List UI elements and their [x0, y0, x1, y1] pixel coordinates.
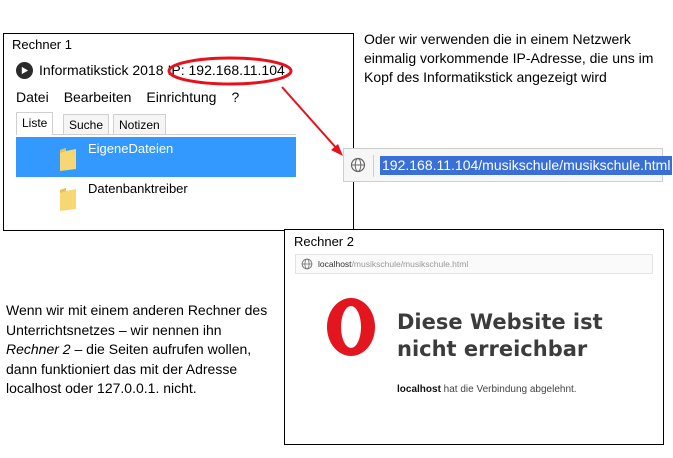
note-rechner2-part1: Wenn wir mit einem anderen Rechner des U… — [6, 302, 268, 338]
rechner2-window: Rechner 2 localhost/musikschule/musiksch… — [284, 229, 664, 445]
folder-icon — [60, 188, 76, 211]
tab-liste[interactable]: Liste — [16, 112, 54, 135]
rechner2-url-path: /musikschule/musikschule.html — [351, 259, 469, 269]
rechner2-url[interactable]: localhost/musikschule/musikschule.html — [318, 257, 468, 271]
error-text: hat die Verbindung abgelehnt. — [440, 384, 577, 395]
menu-help[interactable]: ? — [231, 89, 239, 109]
tab-bar: Liste Suche Notizen — [16, 112, 296, 135]
address-url[interactable]: 192.168.11.104/musikschule/musikschule.h… — [380, 156, 673, 175]
rechner2-address-bar[interactable]: localhost/musikschule/musikschule.html — [295, 254, 653, 274]
list-item-label: Datenbanktreiber — [88, 181, 188, 196]
globe-icon — [301, 258, 313, 270]
tab-suche[interactable]: Suche — [63, 114, 110, 134]
file-list: EigeneDateien Datenbanktreiber — [16, 135, 296, 221]
rechner2-label: Rechner 2 — [294, 234, 354, 249]
menu-datei[interactable]: Datei — [16, 89, 49, 109]
address-separator — [373, 155, 374, 177]
note-ip-address: Oder wir verwenden die in einem Netzwerk… — [364, 31, 654, 85]
address-bar[interactable]: 192.168.11.104/musikschule/musikschule.h… — [343, 148, 673, 182]
menu-einrichtung[interactable]: Einrichtung — [146, 89, 216, 109]
list-item[interactable]: Datenbanktreiber — [16, 177, 296, 217]
play-icon — [16, 61, 33, 79]
list-item[interactable]: EigeneDateien — [16, 137, 296, 177]
tab-notizen[interactable]: Notizen — [113, 114, 166, 134]
menu-bearbeiten[interactable]: Bearbeiten — [64, 89, 132, 109]
app-title: Informatikstick 2018 — [39, 62, 164, 78]
globe-icon — [350, 157, 366, 173]
note-rechner2: Wenn wir mit einem anderen Rechner des U… — [6, 301, 278, 399]
opera-logo — [327, 298, 375, 356]
ip-highlight-ellipse — [167, 56, 293, 86]
rechner1-window: Rechner 1 Informatikstick 2018 IP: 192.1… — [3, 33, 354, 231]
rechner1-label: Rechner 1 — [12, 37, 72, 52]
folder-icon — [60, 148, 76, 171]
menu-bar: Datei Bearbeiten Einrichtung ? — [16, 89, 296, 109]
error-detail: localhost hat die Verbindung abgelehnt. — [397, 384, 577, 395]
error-title: Diese Website ist nicht erreichbar — [397, 310, 603, 361]
rechner2-url-host: localhost — [318, 259, 352, 269]
list-item-label: EigeneDateien — [88, 141, 174, 156]
note-rechner2-emphasis: Rechner 2 — [6, 341, 71, 357]
error-host: localhost — [397, 384, 441, 395]
